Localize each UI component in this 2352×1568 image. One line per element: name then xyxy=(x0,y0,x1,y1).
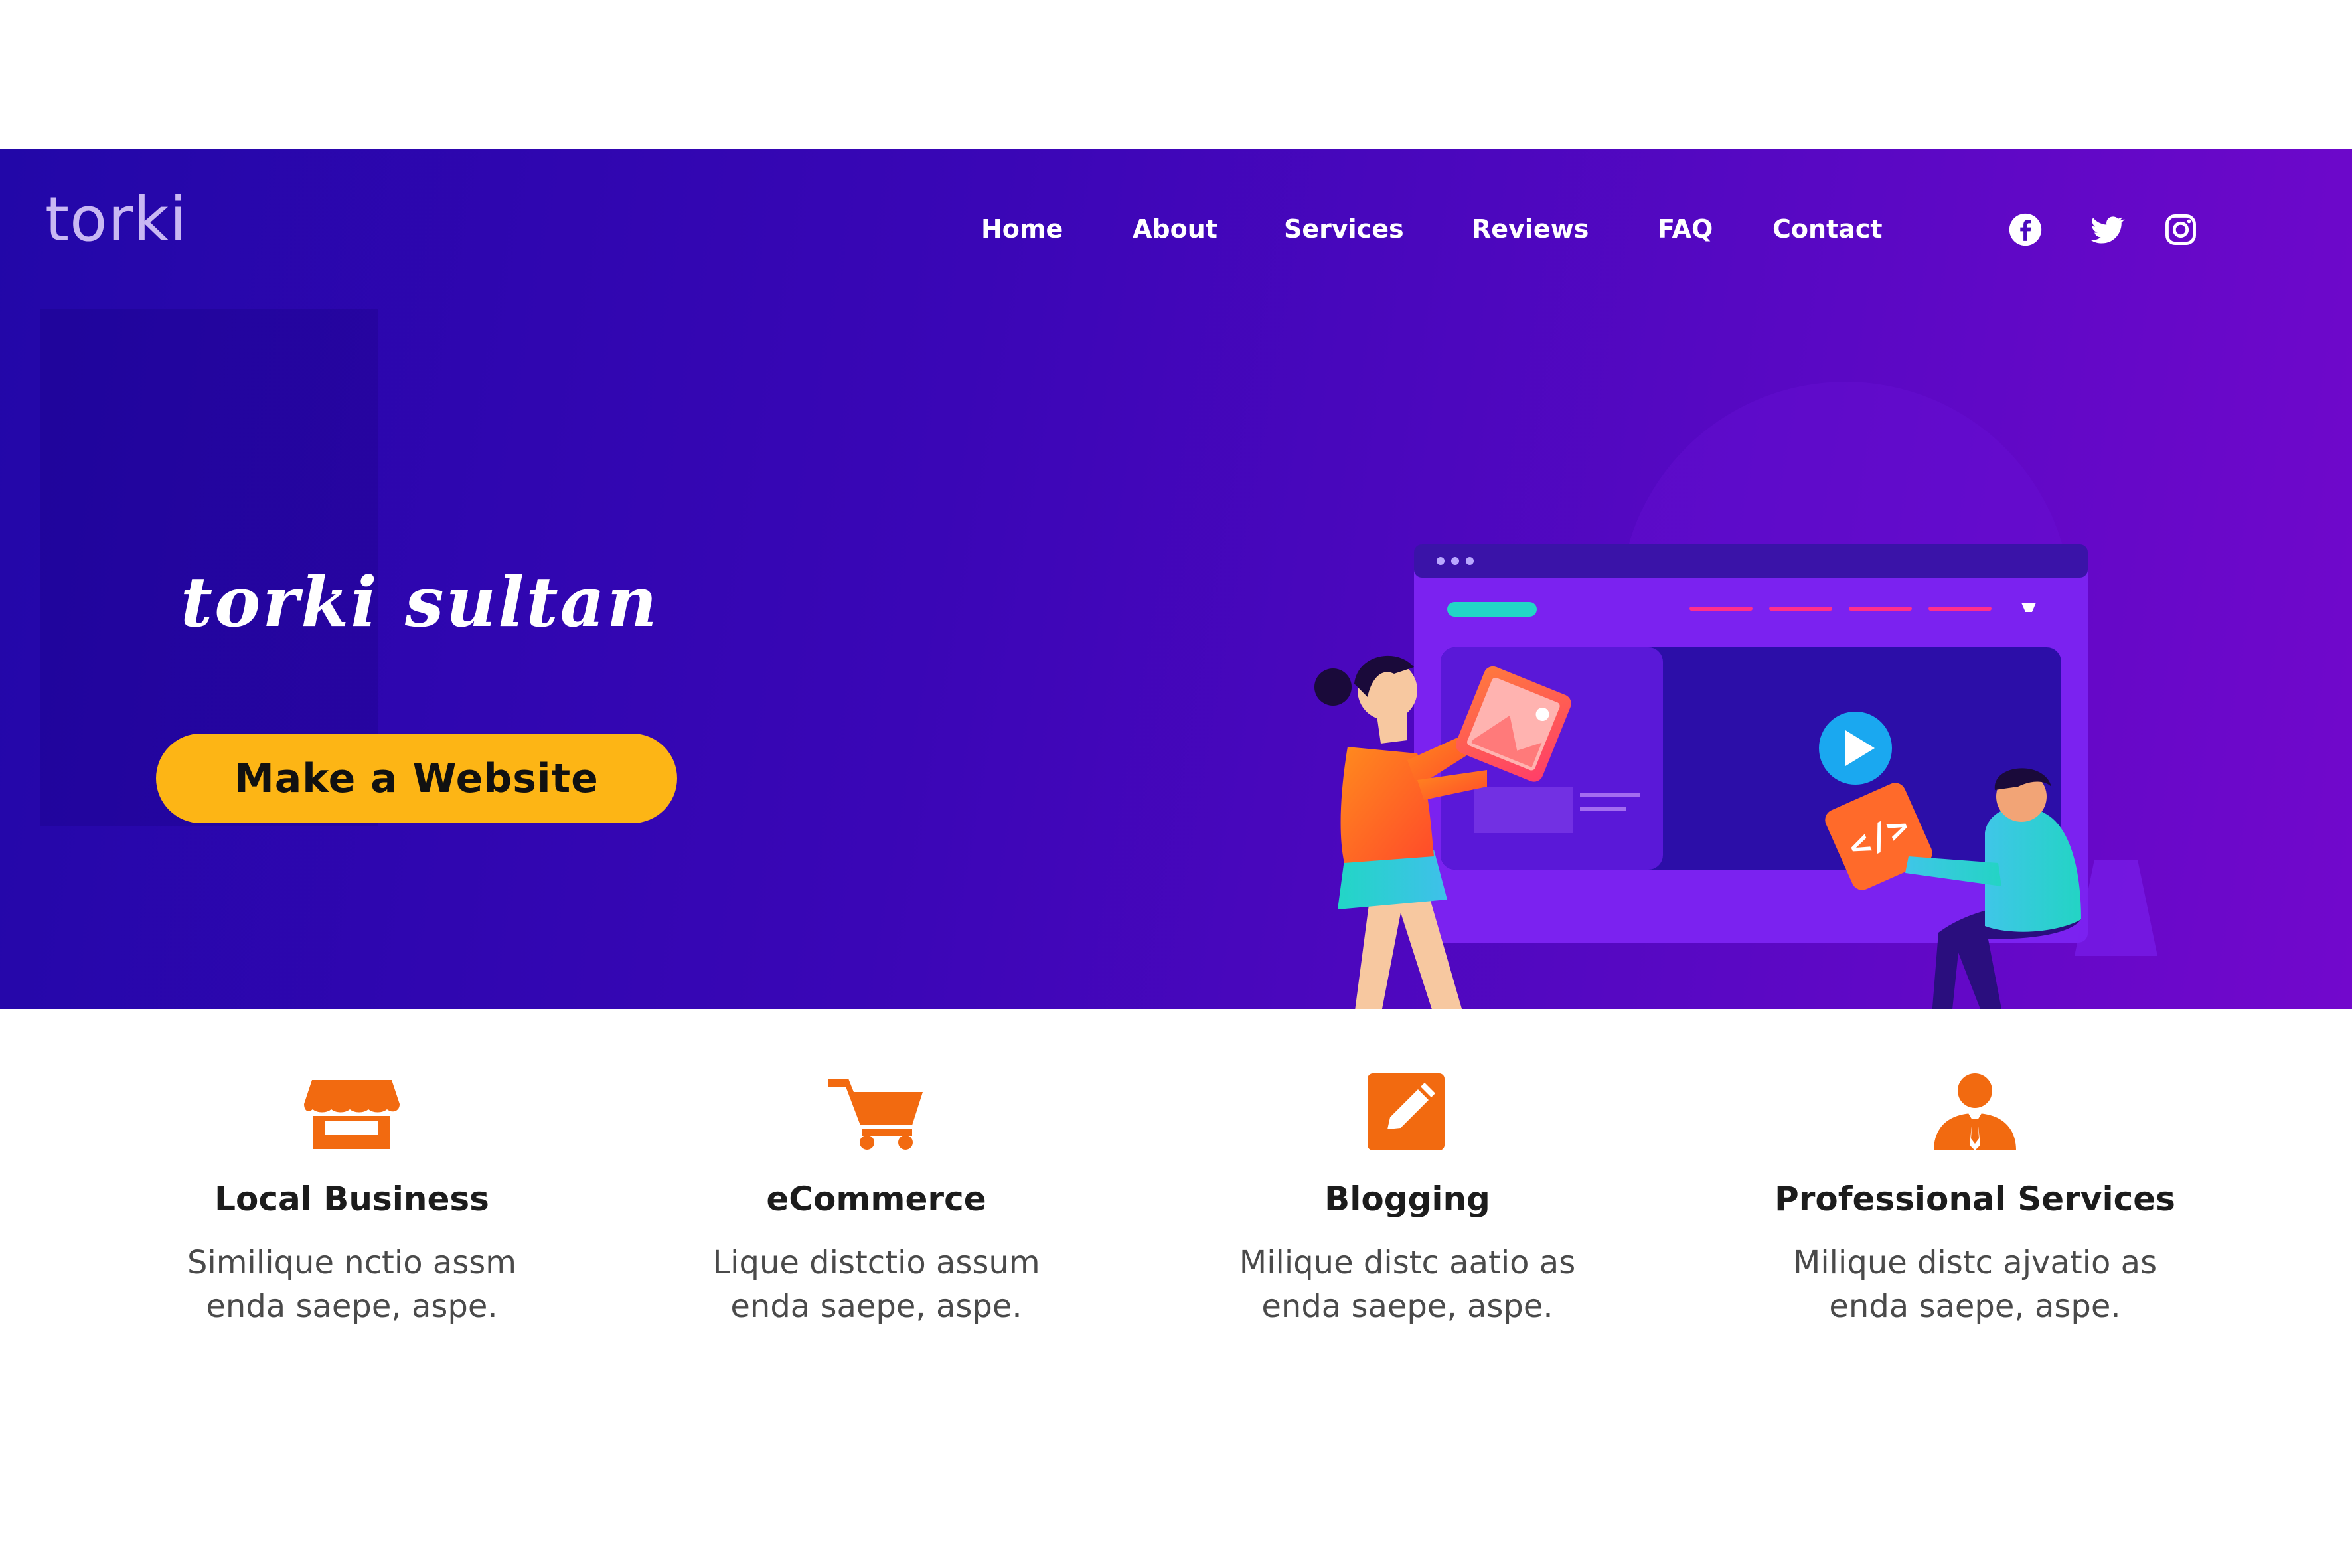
feature-desc-line: enda saepe, aspe. xyxy=(1261,1288,1553,1325)
feature-desc-line: Milique distc aatio as xyxy=(1239,1244,1576,1281)
feature-local-business: Local Business Similique nctio assm enda… xyxy=(93,1072,611,1328)
main-nav: Home About Services Reviews FAQ Contact xyxy=(0,206,2352,252)
feature-desc-line: Lique distctio assum xyxy=(712,1244,1040,1281)
hero-illustration: </> xyxy=(1314,382,2157,1009)
nav-home[interactable]: Home xyxy=(981,206,1063,252)
shopping-cart-icon xyxy=(828,1079,923,1150)
feature-desc-line: enda saepe, aspe. xyxy=(730,1288,1022,1325)
features-section: Local Business Similique nctio assm enda… xyxy=(0,1009,2352,1568)
feature-description: Similique nctio assm enda saepe, aspe. xyxy=(93,1241,611,1328)
nav-contact[interactable]: Contact xyxy=(1772,206,1883,252)
instagram-icon[interactable] xyxy=(2161,210,2200,249)
feature-description: Milique distc ajvatio as enda saepe, asp… xyxy=(1716,1241,2234,1328)
feature-title: Local Business xyxy=(214,1180,489,1218)
nav-reviews[interactable]: Reviews xyxy=(1472,206,1589,252)
nav-faq[interactable]: FAQ xyxy=(1658,206,1713,252)
facebook-icon[interactable] xyxy=(2006,210,2045,249)
feature-blogging: Blogging Milique distc aatio as enda sae… xyxy=(1148,1072,1666,1328)
feature-description: Milique distc aatio as enda saepe, aspe. xyxy=(1148,1241,1666,1328)
pencil-square-icon xyxy=(1368,1073,1445,1150)
feature-professional-services: Professional Services Milique distc ajva… xyxy=(1716,1072,2234,1328)
hero-name: torki sultan xyxy=(181,561,659,643)
make-website-button[interactable]: Make a Website xyxy=(156,734,677,823)
feature-title: eCommerce xyxy=(766,1180,986,1218)
feature-description: Lique distctio assum enda saepe, aspe. xyxy=(617,1241,1135,1328)
hero-section: torki Home About Services Reviews FAQ Co… xyxy=(0,149,2352,1009)
feature-desc-line: Milique distc ajvatio as xyxy=(1792,1244,2157,1281)
feature-title: Professional Services xyxy=(1774,1180,2175,1218)
professional-person-icon xyxy=(1934,1073,2016,1150)
nav-services[interactable]: Services xyxy=(1284,206,1404,252)
feature-desc-line: Similique nctio assm xyxy=(187,1244,517,1281)
storefront-icon xyxy=(304,1080,400,1149)
feature-desc-line: enda saepe, aspe. xyxy=(206,1288,498,1325)
feature-desc-line: enda saepe, aspe. xyxy=(1829,1288,2121,1325)
twitter-icon[interactable] xyxy=(2088,210,2126,249)
feature-title: Blogging xyxy=(1324,1180,1490,1218)
nav-about[interactable]: About xyxy=(1133,206,1217,252)
feature-ecommerce: eCommerce Lique distctio assum enda saep… xyxy=(617,1072,1135,1328)
